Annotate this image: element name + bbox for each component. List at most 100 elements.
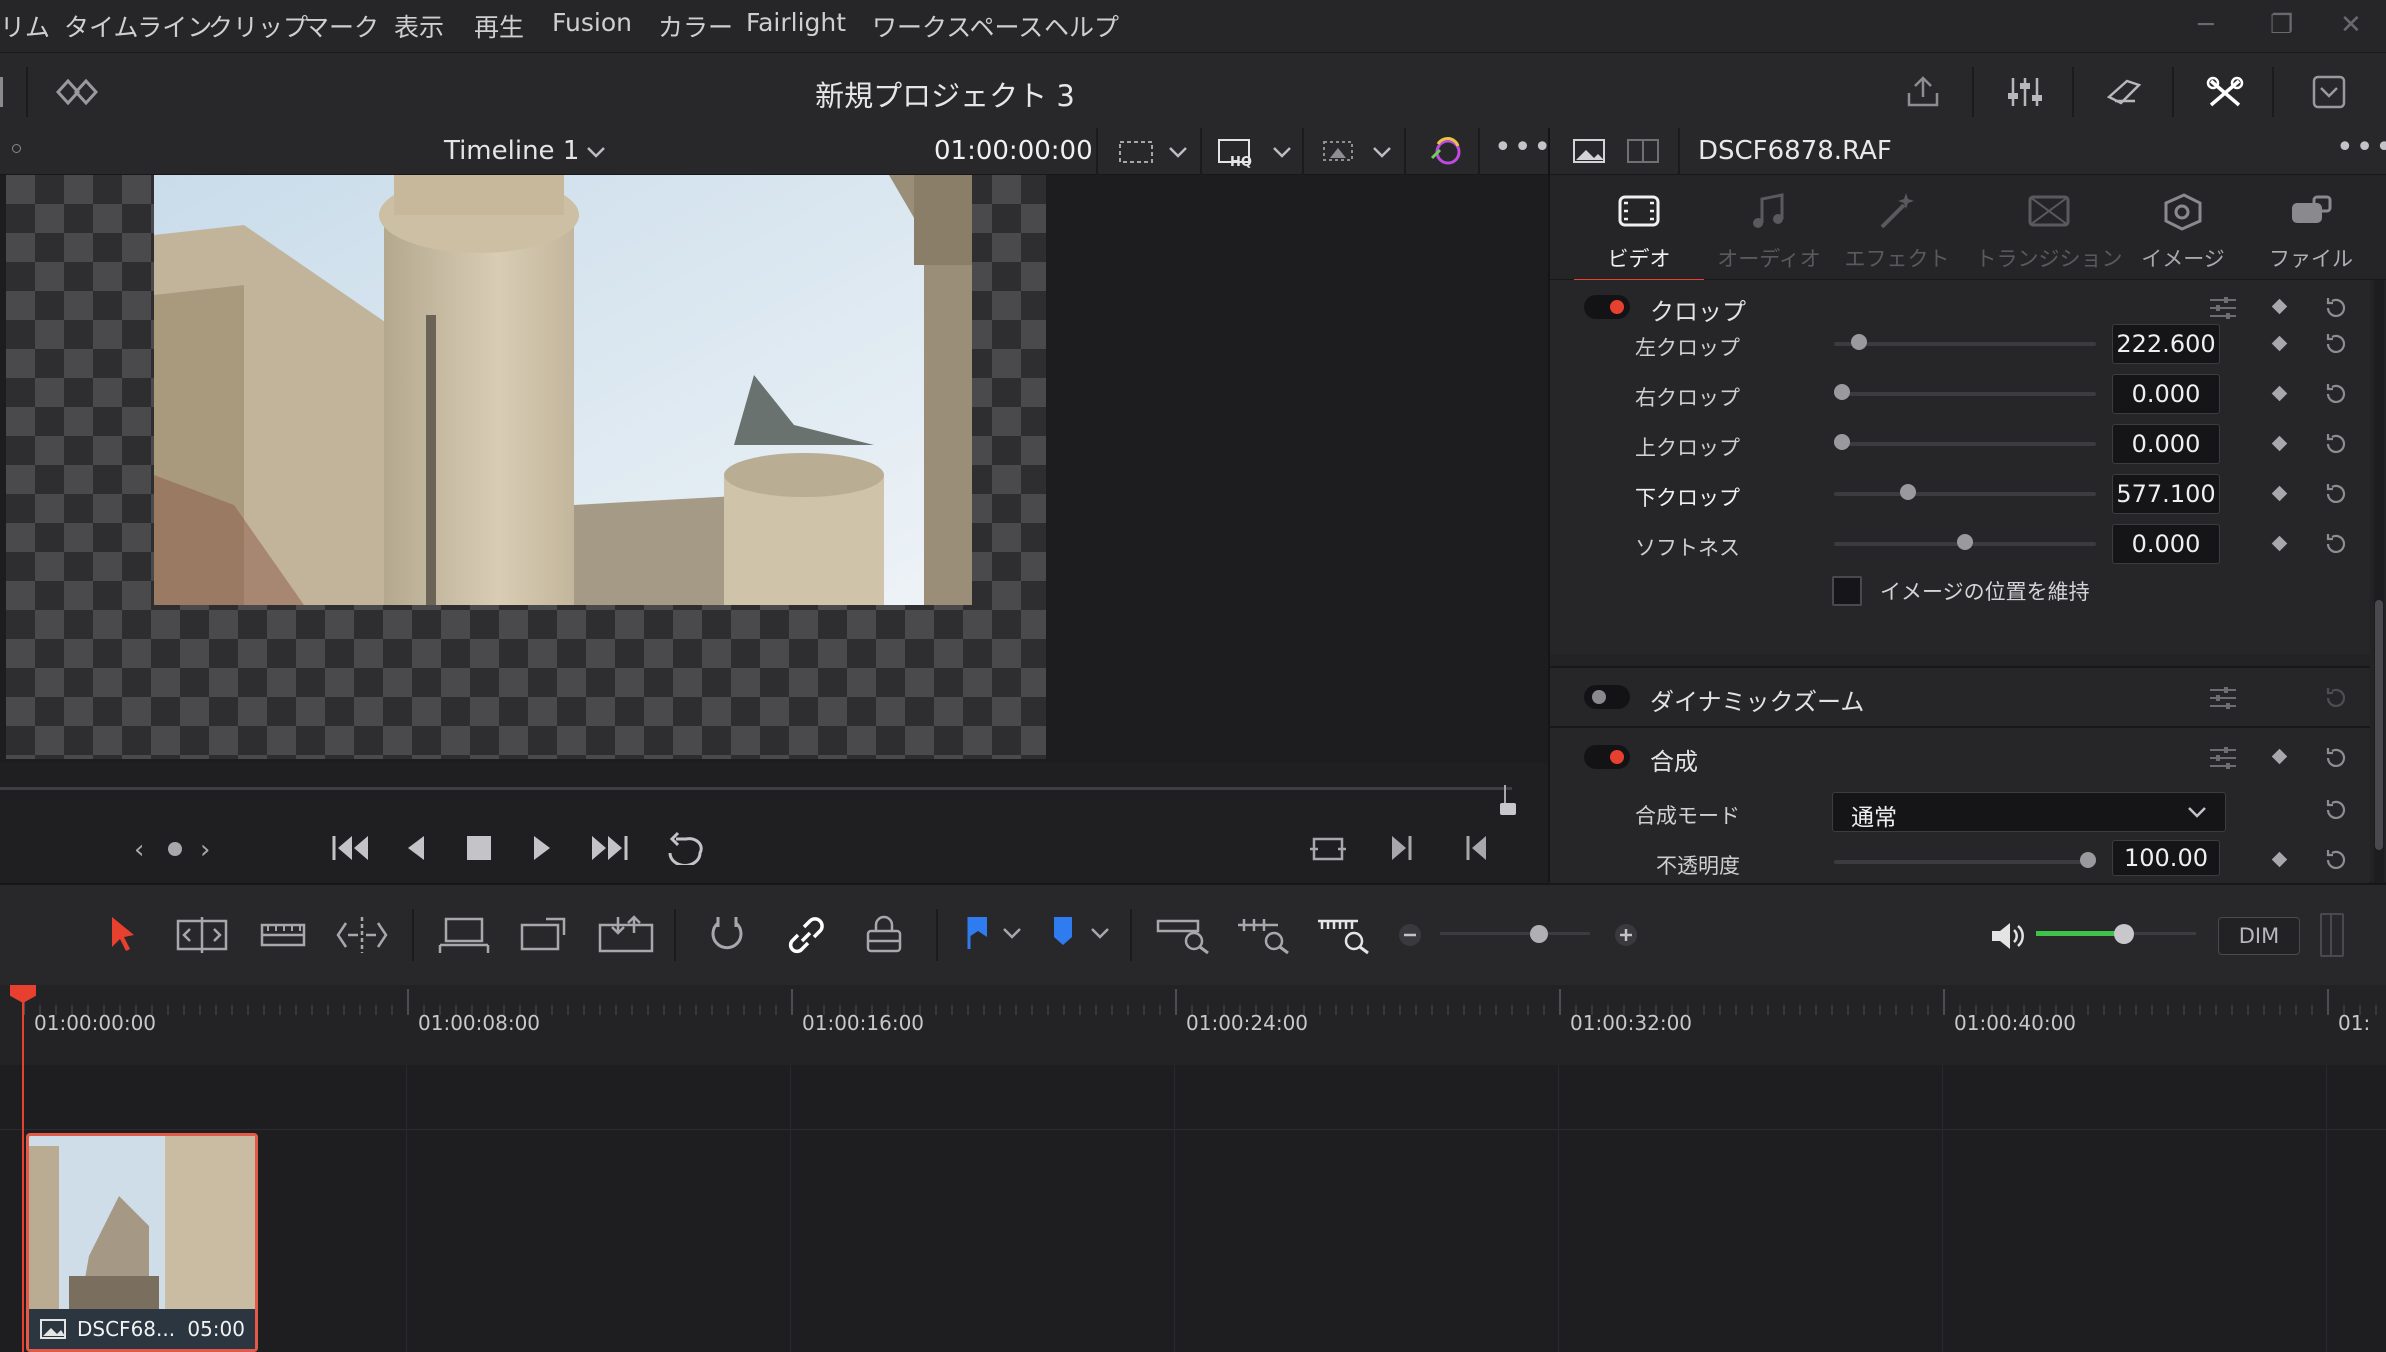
reset-icon[interactable]: [2322, 684, 2350, 712]
timeline-tracks[interactable]: DSCF68... 05:00: [0, 1065, 2386, 1352]
restore-icon[interactable]: ❐: [2270, 10, 2293, 40]
crop-bottom-slider-knob[interactable]: [1900, 484, 1917, 500]
color-magic-icon[interactable]: [1426, 136, 1466, 168]
flag-icon[interactable]: [966, 915, 990, 951]
keyframe-icon[interactable]: [2271, 535, 2288, 552]
split-view-icon[interactable]: [1626, 138, 1662, 164]
crop-bottom-slider[interactable]: [1834, 492, 2096, 496]
chevron-down-icon[interactable]: [1002, 927, 1022, 941]
viewer-timecode[interactable]: 01:00:00:00: [934, 136, 1093, 166]
previous-edit-icon[interactable]: [1462, 833, 1490, 863]
overwrite-clip-icon[interactable]: [516, 915, 572, 955]
crop-right-value[interactable]: 0.000: [2112, 374, 2220, 414]
crop-bottom-value[interactable]: 577.100: [2112, 474, 2220, 514]
keyframe-icon[interactable]: [2271, 298, 2288, 315]
menu-item-workspace-truncated[interactable]: リム: [0, 8, 50, 44]
scrub-bar[interactable]: [0, 787, 1512, 790]
sliders-icon[interactable]: [2208, 744, 2238, 772]
crop-left-slider-knob[interactable]: [1851, 334, 1868, 350]
linked-selection-icon[interactable]: [784, 915, 828, 955]
zoom-in-icon[interactable]: [1614, 923, 1638, 947]
keyframe-icon[interactable]: [2271, 748, 2288, 765]
export-icon[interactable]: [1903, 75, 1943, 109]
snapping-icon[interactable]: [706, 915, 750, 955]
minimize-icon[interactable]: ─: [2198, 10, 2214, 40]
image-icon[interactable]: [1572, 138, 1608, 164]
chevron-down-icon[interactable]: [1168, 146, 1188, 160]
menu-item-view[interactable]: 表示: [394, 8, 444, 44]
play-icon[interactable]: [530, 833, 554, 863]
timeline-ruler[interactable]: 01:00:00:00 01:00:08:00 01:00:16:00 01:0…: [0, 985, 2386, 1065]
scrub-handle-icon[interactable]: [1500, 803, 1516, 815]
mixer-icon[interactable]: [2005, 75, 2045, 109]
trim-tool-icon[interactable]: [174, 915, 230, 955]
full-extent-zoom-icon[interactable]: [1154, 915, 1214, 955]
sliders-icon[interactable]: [2208, 684, 2238, 712]
more-options-icon[interactable]: •••: [2336, 130, 2386, 165]
crop-top-value[interactable]: 0.000: [2112, 424, 2220, 464]
menu-item-timeline[interactable]: タイムライン: [64, 8, 212, 44]
metadata-icon[interactable]: [2105, 75, 2145, 109]
timeline-playhead[interactable]: [22, 995, 24, 1352]
selection-tool-icon[interactable]: [108, 915, 138, 953]
transform-overlay-icon[interactable]: [1318, 136, 1358, 166]
reset-icon[interactable]: [2322, 430, 2350, 458]
viewer[interactable]: [0, 175, 1548, 763]
keyframe-icon[interactable]: [2271, 435, 2288, 452]
playback-quality-icon[interactable]: HQ: [1216, 136, 1260, 168]
reset-icon[interactable]: [2322, 294, 2350, 322]
chevron-down-box-icon[interactable]: [2310, 75, 2350, 109]
insert-clip-icon[interactable]: [436, 915, 492, 955]
viewer-fit-icon[interactable]: [1116, 136, 1156, 166]
retain-position-checkbox[interactable]: [1832, 576, 1862, 606]
reset-icon[interactable]: [2322, 380, 2350, 408]
keyframe-icon[interactable]: [2271, 335, 2288, 352]
menu-item-help[interactable]: ヘルプ: [1044, 8, 1119, 44]
tab-audio[interactable]: オーディオ: [1704, 189, 1834, 273]
timeline-clip[interactable]: DSCF68... 05:00: [26, 1133, 258, 1352]
jog-right-icon[interactable]: ›: [200, 835, 210, 865]
jog-wheel-icon[interactable]: [168, 842, 182, 856]
tab-image[interactable]: イメージ: [2118, 189, 2248, 273]
inspector-scrollbar[interactable]: [2374, 280, 2384, 882]
crop-left-slider[interactable]: [1834, 342, 2096, 346]
go-to-start-icon[interactable]: [330, 833, 372, 863]
tab-effects[interactable]: エフェクト: [1832, 189, 1962, 273]
match-frame-icon[interactable]: [1308, 833, 1348, 865]
softness-slider-knob[interactable]: [1957, 534, 1973, 550]
menu-item-workspace[interactable]: ワークスペース: [872, 8, 1043, 44]
chevron-down-icon[interactable]: [1372, 146, 1392, 160]
tab-video[interactable]: ビデオ: [1574, 189, 1704, 283]
inspector-tools-icon[interactable]: [2205, 75, 2245, 109]
tab-file[interactable]: ファイル: [2246, 189, 2376, 273]
opacity-slider[interactable]: [1834, 860, 2096, 864]
crop-right-slider[interactable]: [1834, 392, 2096, 396]
go-to-end-icon[interactable]: [588, 833, 630, 863]
marker-icon[interactable]: [1052, 915, 1074, 951]
chevron-down-icon[interactable]: [586, 146, 606, 160]
jog-left-icon[interactable]: ‹: [134, 835, 144, 865]
close-icon[interactable]: ✕: [2340, 10, 2362, 40]
menu-item-mark[interactable]: マーク: [304, 8, 379, 44]
opacity-value[interactable]: 100.00: [2112, 840, 2220, 876]
dynamic-trim-icon[interactable]: [258, 915, 308, 955]
reset-icon[interactable]: [2322, 480, 2350, 508]
tab-transition[interactable]: トランジション: [1974, 189, 2124, 273]
inspector-scrollbar-thumb[interactable]: [2375, 600, 2383, 850]
opacity-slider-knob[interactable]: [2080, 852, 2096, 868]
menu-item-fusion[interactable]: Fusion: [552, 8, 632, 37]
crop-toggle[interactable]: [1584, 295, 1630, 319]
keyframe-icon[interactable]: [2271, 485, 2288, 502]
stop-icon[interactable]: [466, 835, 492, 861]
reset-icon[interactable]: [2322, 744, 2350, 772]
menu-item-clip[interactable]: クリップ: [208, 8, 308, 44]
custom-zoom-icon[interactable]: [1314, 915, 1374, 955]
reset-icon[interactable]: [2322, 846, 2350, 874]
loop-icon[interactable]: [662, 831, 708, 865]
next-edit-icon[interactable]: [1388, 833, 1416, 863]
menu-item-color[interactable]: カラー: [658, 8, 733, 44]
blade-tool-icon[interactable]: [334, 915, 390, 955]
volume-knob[interactable]: [2114, 924, 2134, 944]
dim-button[interactable]: DIM: [2218, 917, 2300, 955]
keyframe-icon[interactable]: [2271, 385, 2288, 402]
